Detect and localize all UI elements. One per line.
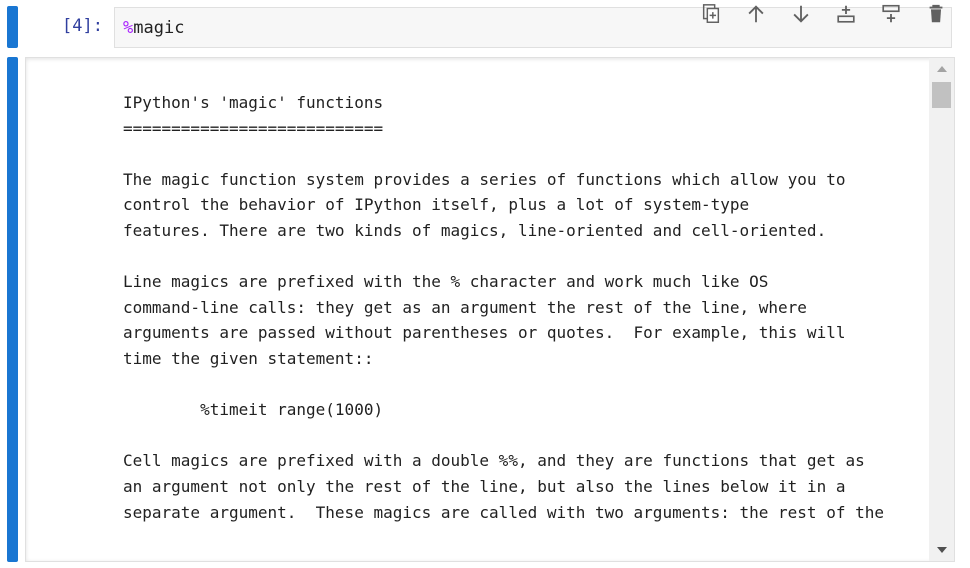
caret-up-icon: [936, 66, 947, 72]
duplicate-cell-button[interactable]: [688, 0, 733, 28]
caret-down-icon: [936, 547, 947, 553]
move-up-button[interactable]: [733, 0, 778, 28]
scroll-up-button[interactable]: [929, 58, 954, 80]
notebook-page: [4]: %magic IPython's 'magic' functions …: [0, 0, 970, 568]
insert-above-icon: [836, 5, 855, 23]
insert-below-icon: [881, 4, 900, 23]
scrollbar-thumb[interactable]: [932, 82, 951, 108]
input-cell-collapser[interactable]: [7, 6, 18, 48]
magic-help-output: IPython's 'magic' functions ============…: [123, 93, 884, 522]
delete-icon: [929, 4, 942, 23]
duplicate-icon: [702, 4, 719, 23]
output-area[interactable]: IPython's 'magic' functions ============…: [25, 57, 955, 562]
output-cell-collapser[interactable]: [7, 57, 18, 562]
delete-cell-button[interactable]: [913, 0, 958, 28]
move-down-button[interactable]: [778, 0, 823, 28]
vertical-scrollbar[interactable]: [929, 58, 954, 561]
magic-percent: %: [123, 18, 134, 38]
insert-above-button[interactable]: [823, 0, 868, 28]
scroll-down-button[interactable]: [929, 539, 954, 561]
move-up-icon: [747, 5, 764, 23]
cell-toolbar: [688, 0, 958, 28]
code-line: %magic: [123, 16, 184, 40]
input-prompt: [4]:: [62, 16, 103, 36]
magic-command: magic: [133, 18, 185, 38]
insert-below-button[interactable]: [868, 0, 913, 28]
move-down-icon: [792, 5, 809, 23]
